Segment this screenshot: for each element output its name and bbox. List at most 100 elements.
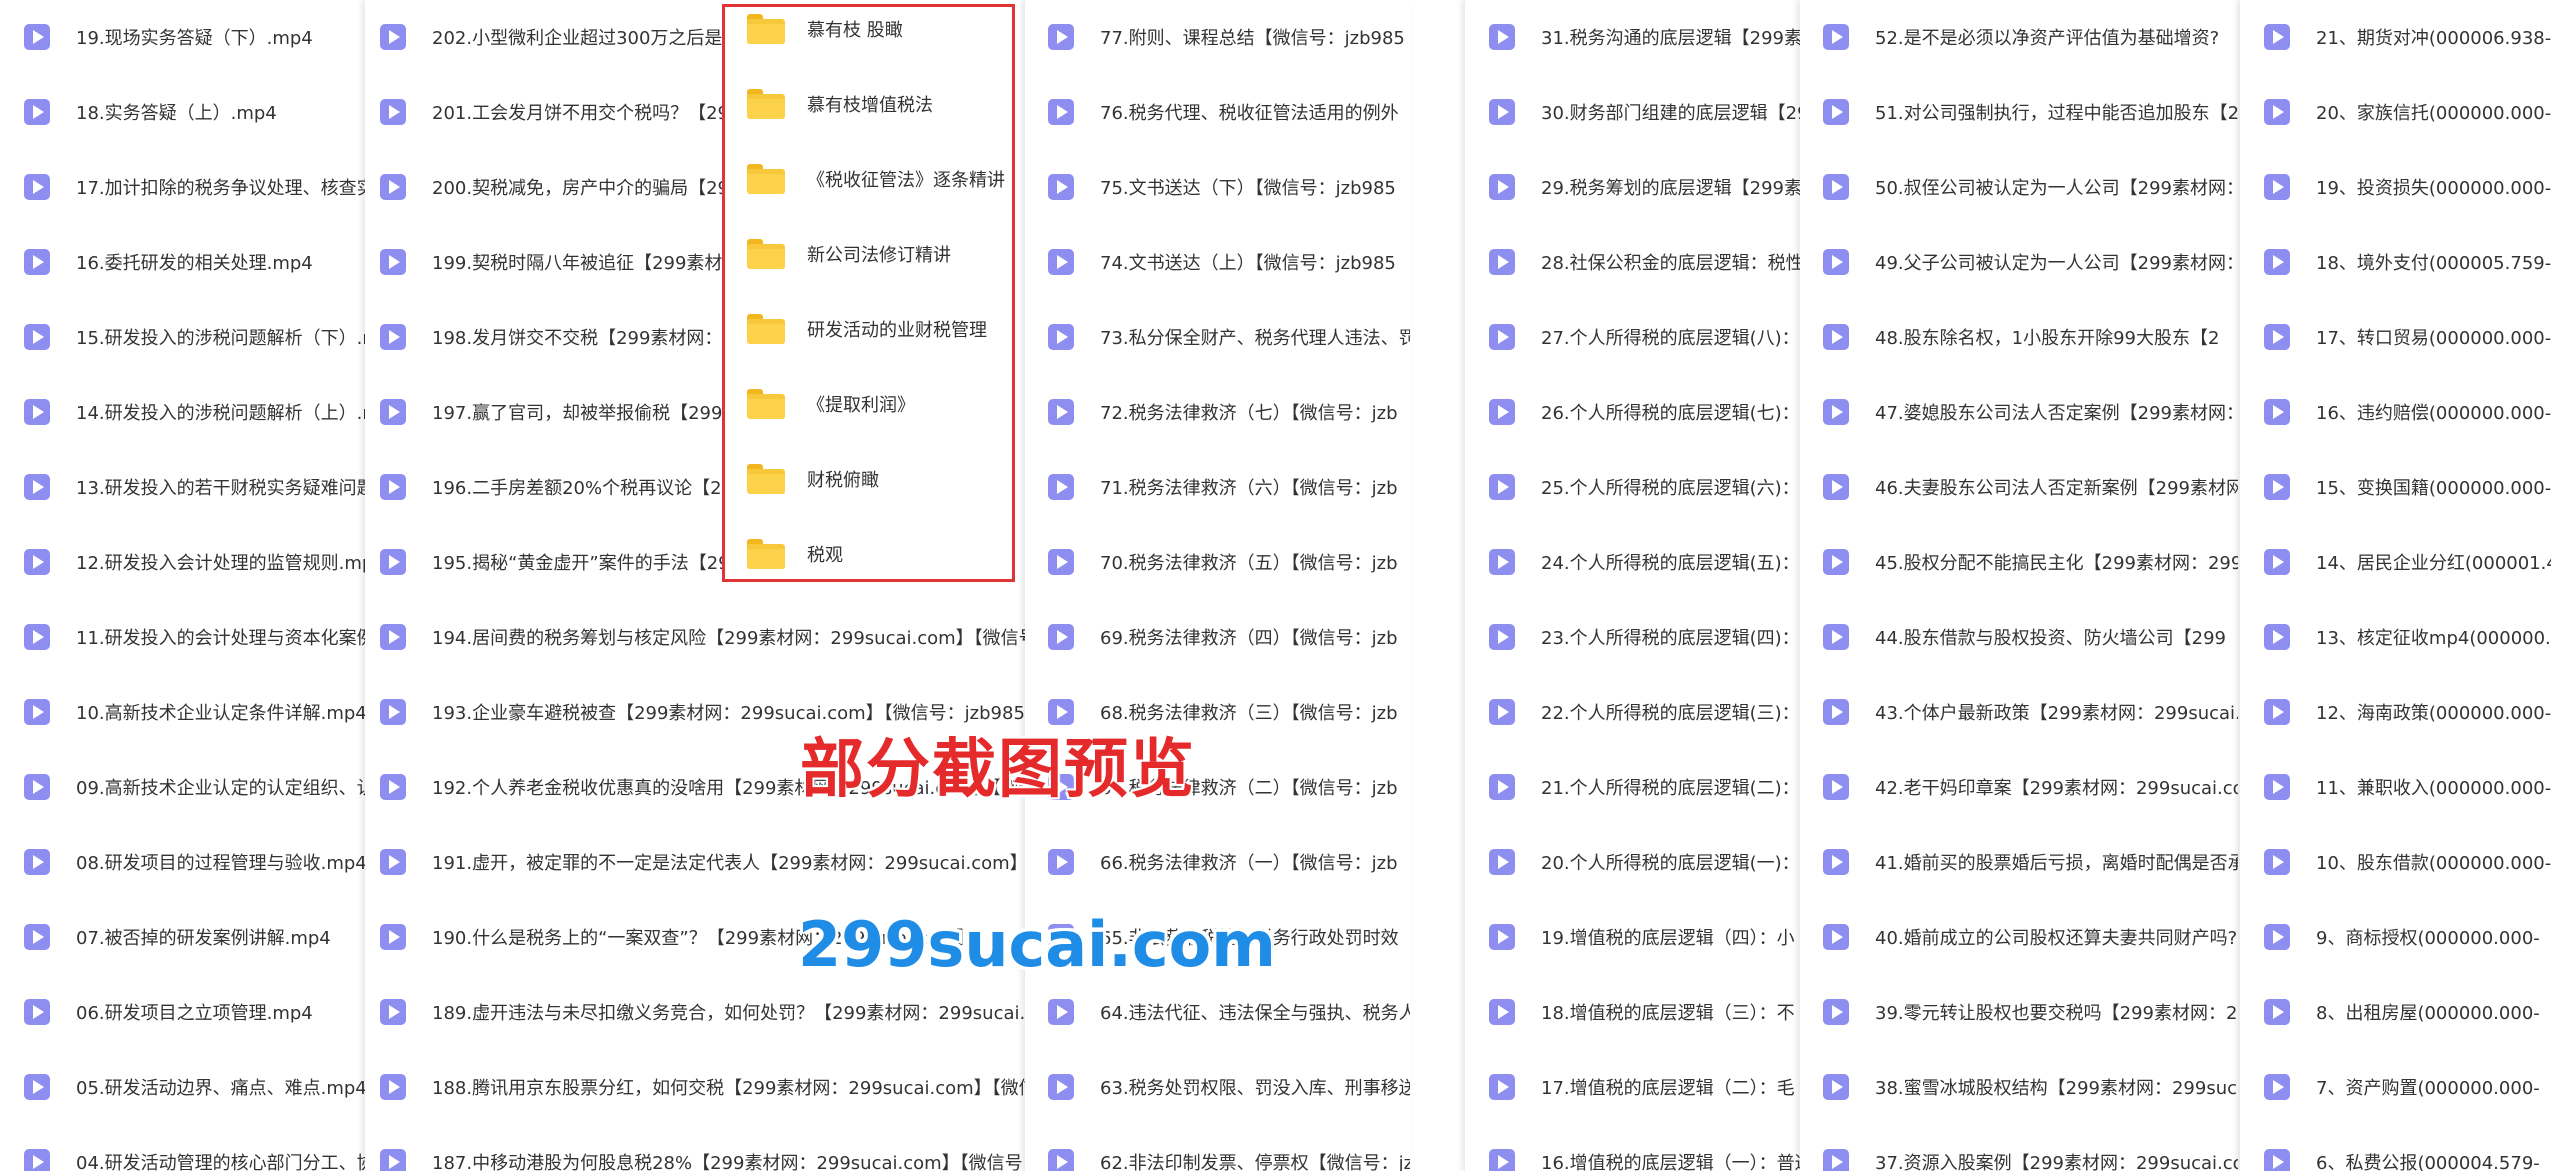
video-file-item[interactable]: 74.文书送达（上）【微信号：jzb985	[1025, 232, 1396, 292]
video-file-item[interactable]: 38.蜜雪冰城股权结构【299素材网：299sucai	[1800, 1057, 2238, 1117]
video-file-item[interactable]: 187.中移动港股为何股息税28%【299素材网：299sucai.com】【微…	[365, 1132, 1023, 1171]
video-file-item[interactable]: 72.税务法律救济（七）【微信号：jzb	[1025, 382, 1398, 442]
video-file-item[interactable]: 21、期货对冲(000006.938-	[2240, 7, 2551, 67]
video-file-item[interactable]: 07.被否掉的研发案例讲解.mp4	[0, 907, 331, 967]
video-file-item[interactable]: 63.税务处罚权限、罚没入库、刑事移送	[1025, 1057, 1410, 1117]
video-file-item[interactable]: 20、家族信托(000000.000-	[2240, 82, 2551, 142]
video-file-item[interactable]: 19.增值税的底层逻辑（四）：小	[1465, 907, 1795, 967]
video-file-item[interactable]: 7、资产购置(000000.000-	[2240, 1057, 2540, 1117]
video-file-item[interactable]: 22.个人所得税的底层逻辑(三)：	[1465, 682, 1800, 742]
video-file-item[interactable]: 18.增值税的底层逻辑（三）：不	[1465, 982, 1795, 1042]
video-file-item[interactable]: 49.父子公司被认定为一人公司【299素材网：	[1800, 232, 2238, 292]
video-file-item[interactable]: 194.居间费的税务筹划与核定风险【299素材网：299sucai.com】【微…	[365, 607, 1025, 667]
file-name-label: 24.个人所得税的底层逻辑(五)：	[1541, 553, 1800, 574]
video-play-icon	[24, 24, 50, 50]
video-file-item[interactable]: 20.个人所得税的底层逻辑(一)：	[1465, 832, 1800, 892]
video-file-item[interactable]: 21.个人所得税的底层逻辑(二)：	[1465, 757, 1800, 817]
folder-item[interactable]: 慕有枝增值税法	[725, 74, 933, 134]
video-file-item[interactable]: 51.对公司强制执行，过程中能否追加股东【2	[1800, 82, 2238, 142]
video-file-item[interactable]: 16.委托研发的相关处理.mp4	[0, 232, 313, 292]
video-file-item[interactable]: 6、私费公报(000004.579-	[2240, 1132, 2540, 1171]
video-file-item[interactable]: 44.股东借款与股权投资、防火墙公司【299	[1800, 607, 2226, 667]
video-file-item[interactable]: 10.高新技术企业认定条件详解.mp4	[0, 682, 367, 742]
video-file-item[interactable]: 40.婚前成立的公司股权还算夫妻共同财产吗?	[1800, 907, 2237, 967]
video-file-item[interactable]: 189.虚开违法与未尽扣缴义务竞合，如何处罚？【299素材网：299sucai.…	[365, 982, 1025, 1042]
video-file-item[interactable]: 11.研发投入的会计处理与资本化案例	[0, 607, 372, 667]
folder-item[interactable]: 新公司法修订精讲	[725, 224, 951, 284]
video-file-item[interactable]: 06.研发项目之立项管理.mp4	[0, 982, 313, 1042]
video-file-item[interactable]: 46.夫妻股东公司法人否定新案例【299素材网	[1800, 457, 2238, 517]
video-file-item[interactable]: 19、投资损失(000000.000-	[2240, 157, 2551, 217]
video-file-item[interactable]: 15.研发投入的涉税问题解析（下）.mp4	[0, 307, 372, 367]
video-file-item[interactable]: 50.叔侄公司被认定为一人公司【299素材网：	[1800, 157, 2238, 217]
video-file-item[interactable]: 77.附则、课程总结【微信号：jzb985	[1025, 7, 1405, 67]
video-file-item[interactable]: 43.个体户最新政策【299素材网：299sucai.c	[1800, 682, 2238, 742]
video-file-item[interactable]: 16.增值税的底层逻辑（一）：普通	[1465, 1132, 1800, 1171]
video-file-item[interactable]: 26.个人所得税的底层逻辑(七)：	[1465, 382, 1800, 442]
video-file-item[interactable]: 18.实务答疑（上）.mp4	[0, 82, 277, 142]
video-file-item[interactable]: 12、海南政策(000000.000-	[2240, 682, 2551, 742]
video-file-item[interactable]: 42.老干妈印章案【299素材网：299sucai.com	[1800, 757, 2238, 817]
video-file-item[interactable]: 24.个人所得税的底层逻辑(五)：	[1465, 532, 1800, 592]
video-play-icon	[1823, 324, 1849, 350]
folder-item[interactable]: 慕有枝 股瞰	[725, 7, 903, 59]
video-file-item[interactable]: 191.虚开，被定罪的不一定是法定代表人【299素材网：299sucai.com…	[365, 832, 1025, 892]
video-file-item[interactable]: 23.个人所得税的底层逻辑(四)：	[1465, 607, 1800, 667]
video-file-item[interactable]: 14.研发投入的涉税问题解析（上）.mp4	[0, 382, 372, 442]
video-file-item[interactable]: 75.文书送达（下）【微信号：jzb985	[1025, 157, 1396, 217]
video-file-item[interactable]: 11、兼职收入(000000.000-	[2240, 757, 2551, 817]
video-file-item[interactable]: 28.社保公积金的底层逻辑：税性	[1465, 232, 1800, 292]
video-file-item[interactable]: 27.个人所得税的底层逻辑(八)：	[1465, 307, 1800, 367]
video-file-item[interactable]: 13、核定征收mp4(000000.	[2240, 607, 2551, 667]
video-file-item[interactable]: 37.资源入股案例【299素材网：299sucai.com	[1800, 1132, 2238, 1171]
video-file-item[interactable]: 188.腾讯用京东股票分红，如何交税【299素材网：299sucai.com】【…	[365, 1057, 1025, 1117]
video-file-item[interactable]: 9、商标授权(000000.000-	[2240, 907, 2540, 967]
video-file-item[interactable]: 16、违约赔偿(000000.000-	[2240, 382, 2551, 442]
video-file-item[interactable]: 29.税务筹划的底层逻辑【299素材网	[1465, 157, 1800, 217]
video-file-item[interactable]: 19.现场实务答疑（下）.mp4	[0, 7, 313, 67]
video-file-item[interactable]: 76.税务代理、税收征管法适用的例外	[1025, 82, 1399, 142]
video-file-item[interactable]: 12.研发投入会计处理的监管规则.mp4	[0, 532, 372, 592]
video-file-item[interactable]: 05.研发活动边界、痛点、难点.mp4	[0, 1057, 367, 1117]
file-name-label: 21.个人所得税的底层逻辑(二)：	[1541, 778, 1800, 799]
video-file-item[interactable]: 04.研发活动管理的核心部门分工、协作	[0, 1132, 372, 1171]
video-file-item[interactable]: 52.是不是必须以净资产评估值为基础增资?	[1800, 7, 2219, 67]
video-file-item[interactable]: 14、居民企业分红(000001.4	[2240, 532, 2551, 592]
folder-item[interactable]: 《提取利润》	[725, 374, 915, 434]
file-name-label: 14、居民企业分红(000001.4	[2316, 553, 2551, 574]
video-file-item[interactable]: 15、变换国籍(000000.000-	[2240, 457, 2551, 517]
video-file-item[interactable]: 08.研发项目的过程管理与验收.mp4	[0, 832, 367, 892]
video-file-item[interactable]: 30.财务部门组建的底层逻辑【299素材网	[1465, 82, 1800, 142]
video-file-item[interactable]: 45.股权分配不能搞民主化【299素材网：299	[1800, 532, 2238, 592]
video-file-item[interactable]: 71.税务法律救济（六）【微信号：jzb	[1025, 457, 1398, 517]
video-file-item[interactable]: 09.高新技术企业认定的认定组织、认定	[0, 757, 372, 817]
video-file-item[interactable]: 17.增值税的底层逻辑（二）：毛	[1465, 1057, 1795, 1117]
video-file-item[interactable]: 48.股东除名权，1小股东开除99大股东【2	[1800, 307, 2219, 367]
video-file-item[interactable]: 66.税务法律救济（一）【微信号：jzb	[1025, 832, 1398, 892]
video-file-item[interactable]: 47.婆媳股东公司法人否定案例【299素材网：	[1800, 382, 2238, 442]
video-file-item[interactable]: 64.违法代征、违法保全与强执、税务人员	[1025, 982, 1410, 1042]
video-file-item[interactable]: 202.小型微利企业超过300万之后是否	[365, 7, 740, 67]
folder-icon	[747, 14, 785, 44]
video-file-item[interactable]: 31.税务沟通的底层逻辑【299素材网	[1465, 7, 1800, 67]
file-name-label: 71.税务法律救济（六）【微信号：jzb	[1100, 478, 1398, 499]
video-play-icon	[2264, 249, 2290, 275]
video-file-item[interactable]: 13.研发投入的若干财税实务疑难问题	[0, 457, 372, 517]
video-file-item[interactable]: 41.婚前买的股票婚后亏损，离婚时配偶是否承	[1800, 832, 2238, 892]
folder-item[interactable]: 财税俯瞰	[725, 449, 879, 509]
video-file-item[interactable]: 10、股东借款(000000.000-	[2240, 832, 2551, 892]
video-file-item[interactable]: 18、境外支付(000005.759-	[2240, 232, 2551, 292]
video-file-item[interactable]: 62.非法印制发票、停票权【微信号：jzb	[1025, 1132, 1410, 1171]
video-file-item[interactable]: 39.零元转让股权也要交税吗【299素材网：29	[1800, 982, 2238, 1042]
folder-item[interactable]: 《税收征管法》逐条精讲	[725, 149, 1005, 209]
video-play-icon	[24, 774, 50, 800]
video-file-item[interactable]: 73.私分保全财产、税务代理人违法、罚款	[1025, 307, 1410, 367]
video-file-item[interactable]: 69.税务法律救济（四）【微信号：jzb	[1025, 607, 1398, 667]
folder-item[interactable]: 研发活动的业财税管理	[725, 299, 987, 359]
video-file-item[interactable]: 17.加计扣除的税务争议处理、核查实务	[0, 157, 372, 217]
video-file-item[interactable]: 8、出租房屋(000000.000-	[2240, 982, 2540, 1042]
folder-item[interactable]: 税观	[725, 524, 843, 579]
video-file-item[interactable]: 70.税务法律救济（五）【微信号：jzb	[1025, 532, 1398, 592]
video-file-item[interactable]: 17、转口贸易(000000.000-	[2240, 307, 2551, 367]
video-file-item[interactable]: 25.个人所得税的底层逻辑(六)：	[1465, 457, 1800, 517]
